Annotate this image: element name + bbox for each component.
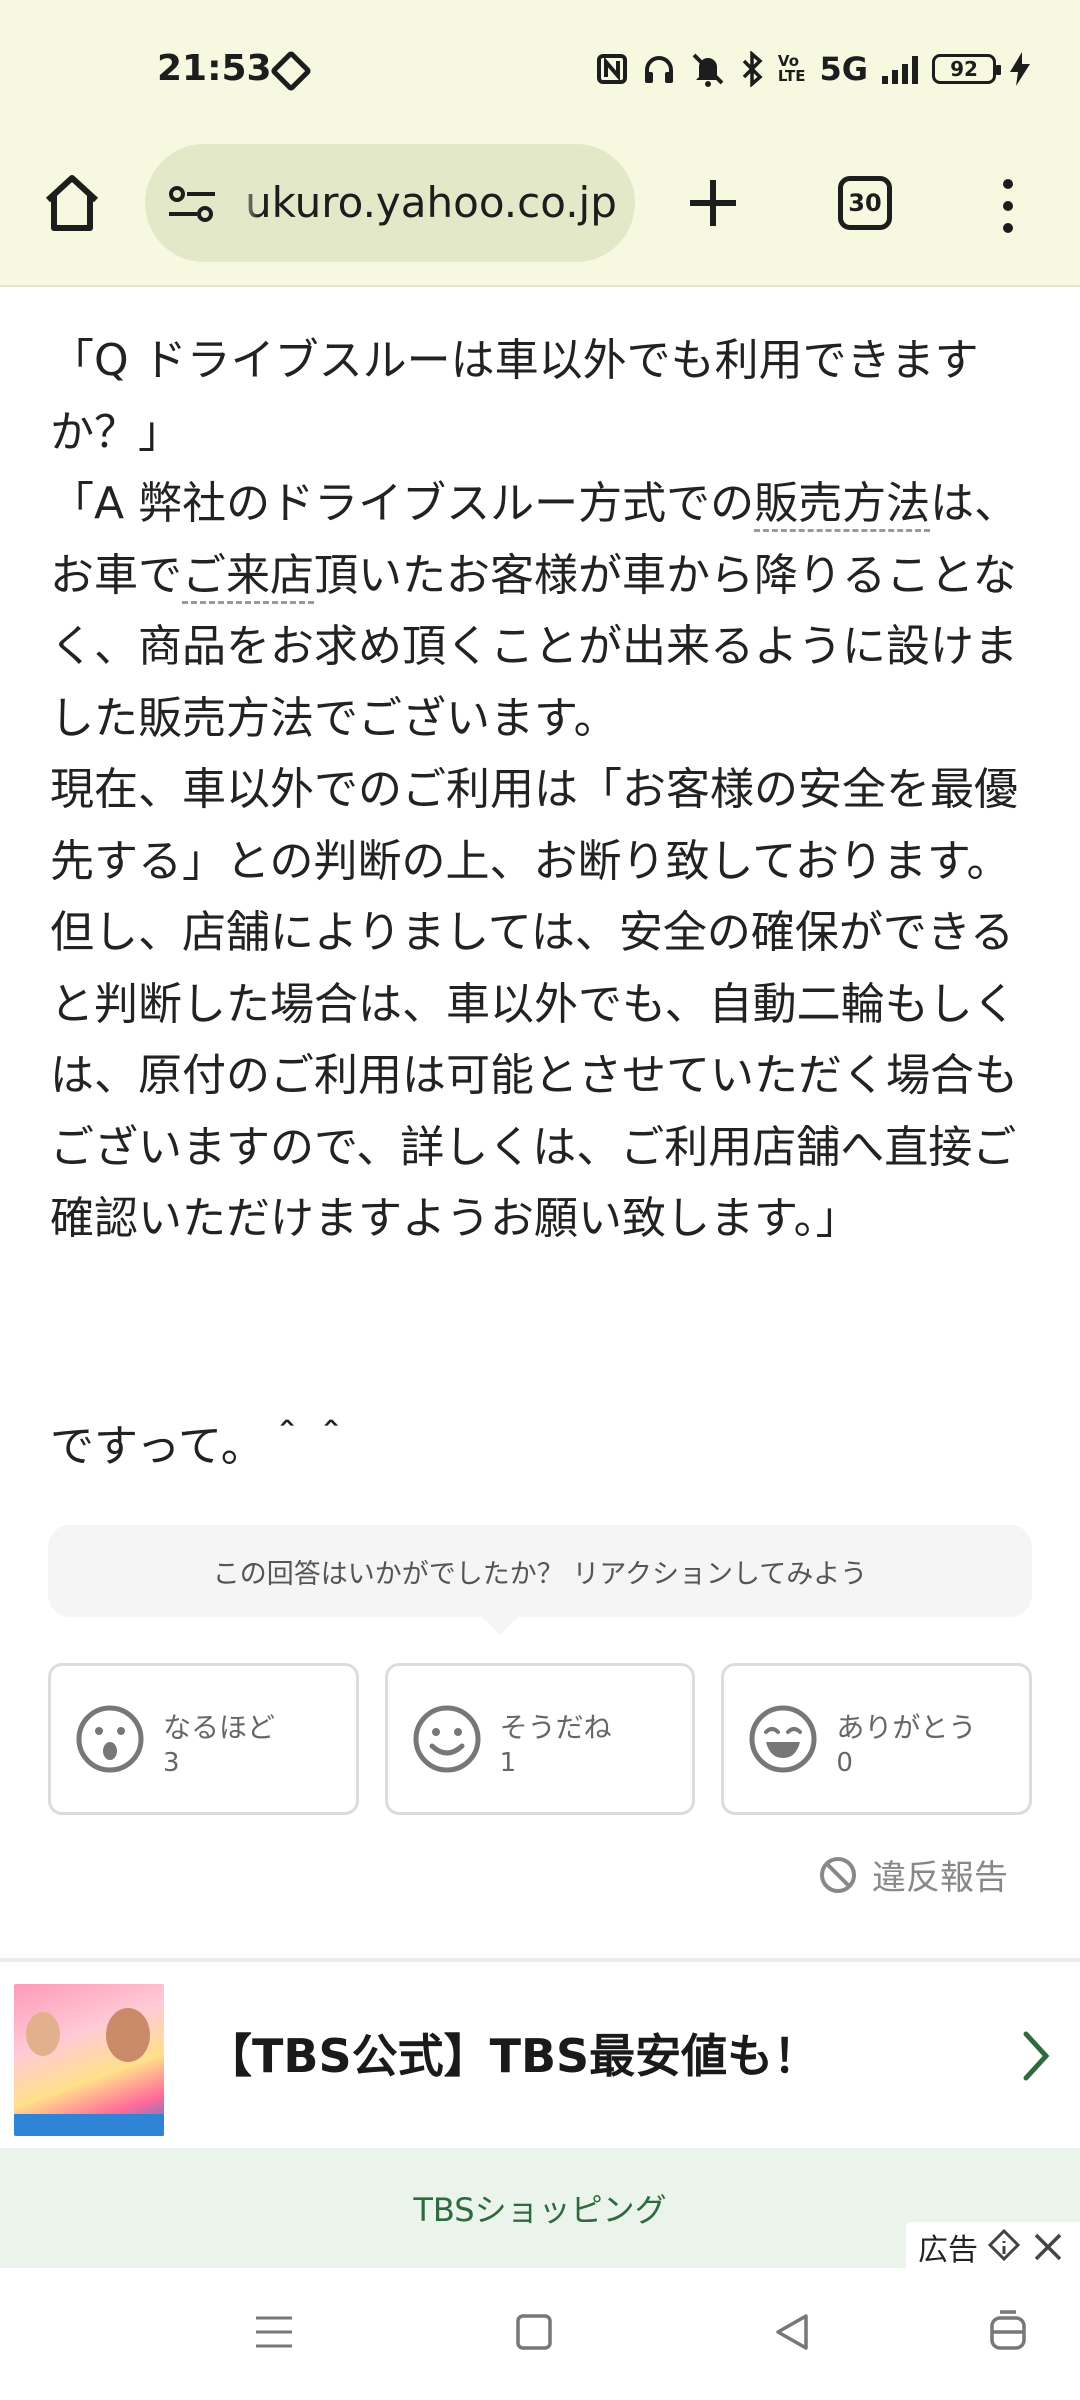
- url-text[interactable]: ukuro.yahoo.co.jp: [245, 178, 617, 227]
- nfc-icon: [596, 48, 628, 90]
- recent-apps-icon[interactable]: [252, 2310, 296, 2354]
- keyword-link-hanbai[interactable]: 販売方法: [754, 478, 931, 532]
- url-fade: [235, 164, 259, 244]
- smile-face-icon: [413, 1705, 481, 1773]
- reaction-arigatou-button[interactable]: ありがとう 0: [721, 1663, 1033, 1815]
- reaction-prompt: この回答はいかがでしたか？ リアクションしてみよう: [48, 1525, 1032, 1617]
- ad-info-icon[interactable]: [986, 2229, 1022, 2265]
- close-icon[interactable]: [1030, 2229, 1066, 2265]
- chevron-right-icon[interactable]: [1020, 2030, 1052, 2082]
- answer-question: 「Q ドライブスルーは車以外でも利用できますか？」: [50, 335, 979, 458]
- ad-title[interactable]: 【TBS公式】TBS最安値も！: [206, 2020, 819, 2086]
- ad-thumbnail-bar: [14, 2114, 164, 2136]
- assistant-icon[interactable]: [986, 2310, 1030, 2354]
- system-nav-bar: [0, 2268, 1080, 2400]
- bluetooth-icon: [740, 48, 764, 90]
- ad-thumbnail[interactable]: [14, 1984, 164, 2136]
- reaction-label: そうだね: [499, 1711, 612, 1744]
- ad-banner[interactable]: 【TBS公式】TBS最安値も！: [0, 1962, 1080, 2148]
- answer-paragraph: 「Q ドライブスルーは車以外でも利用できますか？」「A 弊社のドライブスルー方式…: [50, 325, 1030, 1255]
- grin-face-icon: [749, 1705, 817, 1773]
- site-settings-icon[interactable]: [167, 184, 217, 224]
- status-icons: Vo LTE 5G 92: [596, 44, 1030, 94]
- ad-person-graphic: [26, 2012, 60, 2056]
- browser-toolbar: ukuro.yahoo.co.jp 30: [0, 140, 1080, 287]
- charging-icon: [1010, 48, 1030, 90]
- signal-icon: [882, 54, 918, 84]
- ad-badge-label: 広告: [918, 2233, 978, 2268]
- volte-icon: Vo LTE: [777, 52, 806, 85]
- new-tab-icon[interactable]: [686, 176, 740, 230]
- ad-choices-badge[interactable]: 広告: [906, 2222, 1080, 2272]
- answer-closing: ですって。＾＾: [50, 1421, 353, 1472]
- back-icon[interactable]: [770, 2310, 814, 2354]
- prompt-tail: [482, 1617, 518, 1635]
- answer-body: 「Q ドライブスルーは車以外でも利用できますか？」「A 弊社のドライブスルー方式…: [50, 325, 1030, 1255]
- status-time: 21:53: [157, 48, 272, 89]
- reaction-count: 3: [163, 1748, 180, 1778]
- diamond-icon: [269, 49, 313, 93]
- battery-icon: 92: [932, 54, 1001, 84]
- tab-switcher-button[interactable]: 30: [838, 176, 892, 230]
- keyword-link-goraiten[interactable]: ご来店: [182, 549, 314, 604]
- reaction-soudane-button[interactable]: そうだね 1: [384, 1663, 696, 1815]
- answer-text: 「A 弊社のドライブスルー方式での: [50, 478, 755, 529]
- answer-text: 現在、車以外でのご利用は「お客様の安全を最優先する」との判断の上、お断り致してお…: [50, 764, 1018, 1244]
- ad-person-graphic: [106, 2008, 150, 2062]
- network-type: 5G: [819, 50, 868, 88]
- headphones-icon: [642, 48, 676, 90]
- surprised-face-icon: [76, 1705, 144, 1773]
- mute-icon: [690, 48, 726, 90]
- home-nav-icon[interactable]: [512, 2310, 556, 2354]
- home-icon[interactable]: [42, 170, 102, 234]
- more-menu-icon[interactable]: [998, 176, 1018, 236]
- prohibited-icon: [820, 1856, 856, 1893]
- reaction-naruhodo-button[interactable]: なるほど 3: [48, 1663, 359, 1815]
- reaction-label: なるほど: [163, 1711, 276, 1744]
- reaction-count: 1: [499, 1748, 517, 1778]
- report-button[interactable]: 違反報告: [818, 1850, 1008, 1899]
- status-bar: 21:53 Vo LTE 5G 92: [0, 0, 1080, 140]
- report-label: 違反報告: [872, 1858, 1008, 1898]
- reaction-label: ありがとう: [836, 1711, 977, 1744]
- reaction-count: 0: [836, 1748, 853, 1778]
- address-bar[interactable]: ukuro.yahoo.co.jp: [145, 144, 635, 262]
- reaction-buttons: なるほど 3 そうだね 1 ありがとう 0: [48, 1663, 1033, 1815]
